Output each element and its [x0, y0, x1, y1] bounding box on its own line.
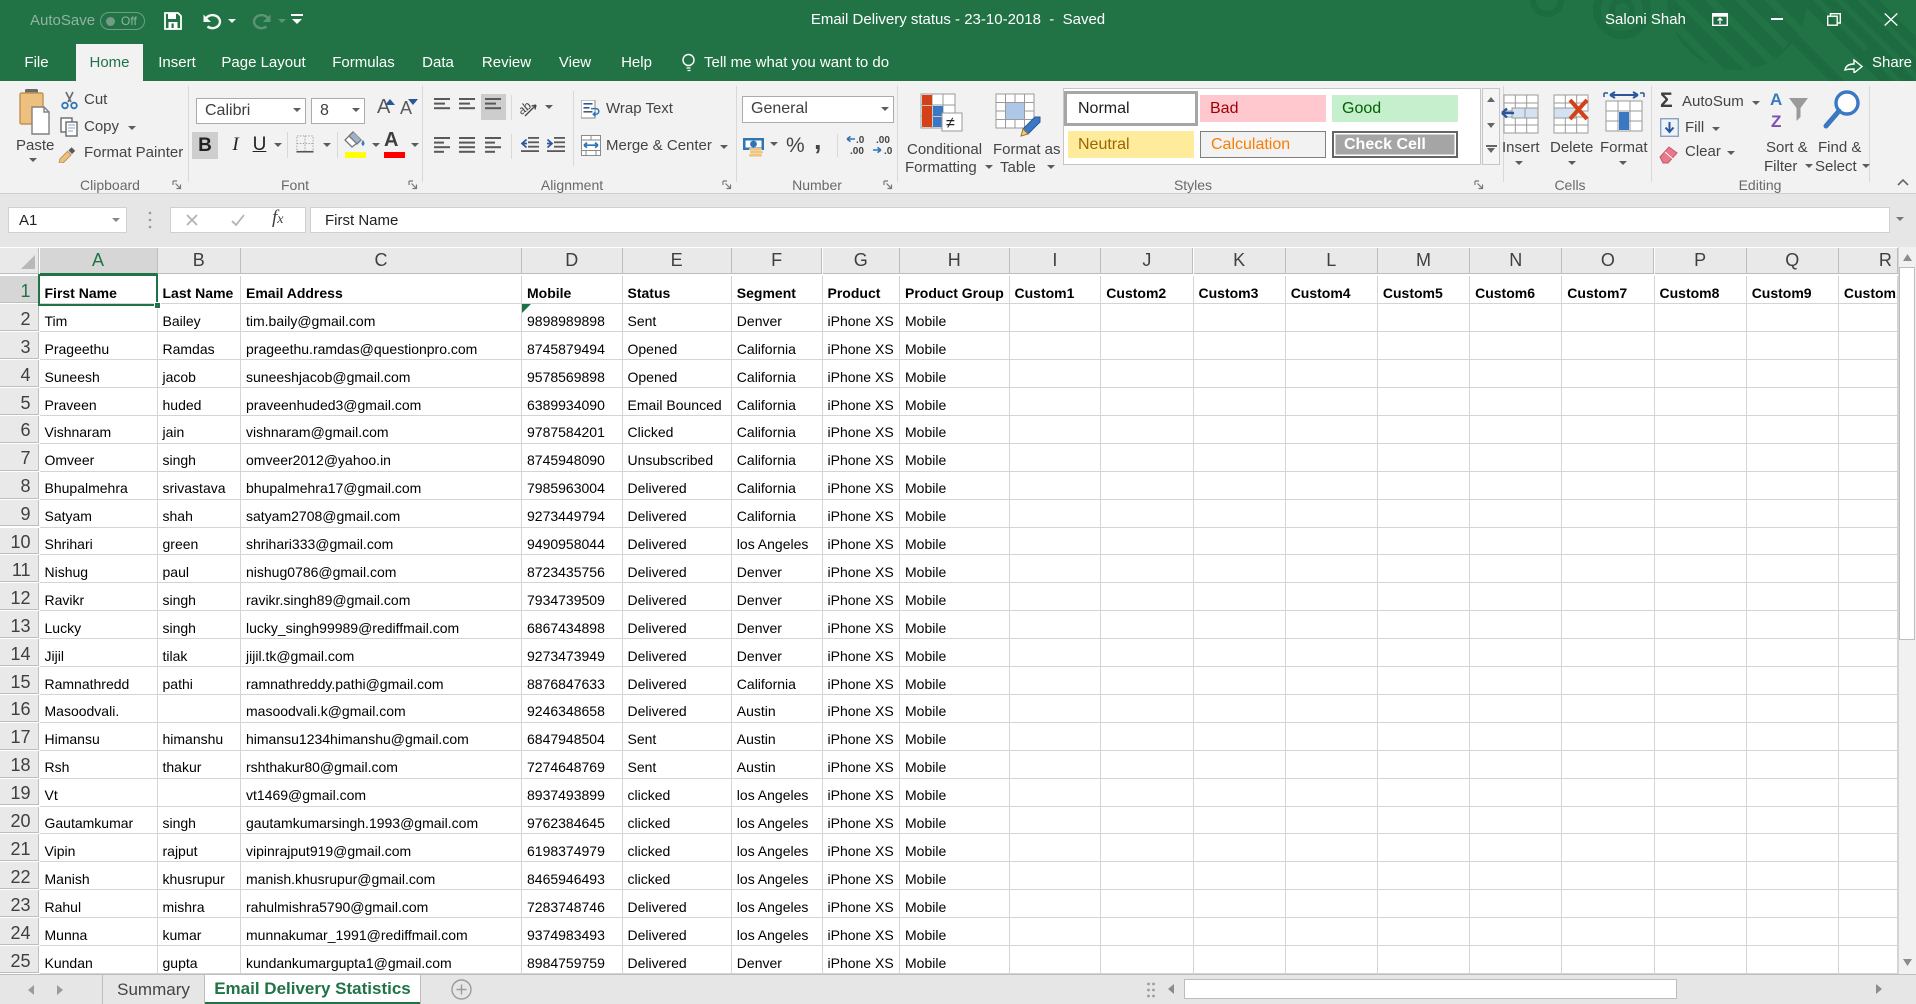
svg-text:Z: Z — [1771, 112, 1781, 131]
svg-text:.00: .00 — [876, 135, 890, 146]
svg-text:.0: .0 — [884, 146, 893, 157]
svg-text:.0: .0 — [856, 135, 865, 146]
svg-text:≠: ≠ — [946, 115, 955, 132]
svg-text:.00: .00 — [850, 146, 864, 157]
svg-text:A: A — [1770, 90, 1782, 109]
